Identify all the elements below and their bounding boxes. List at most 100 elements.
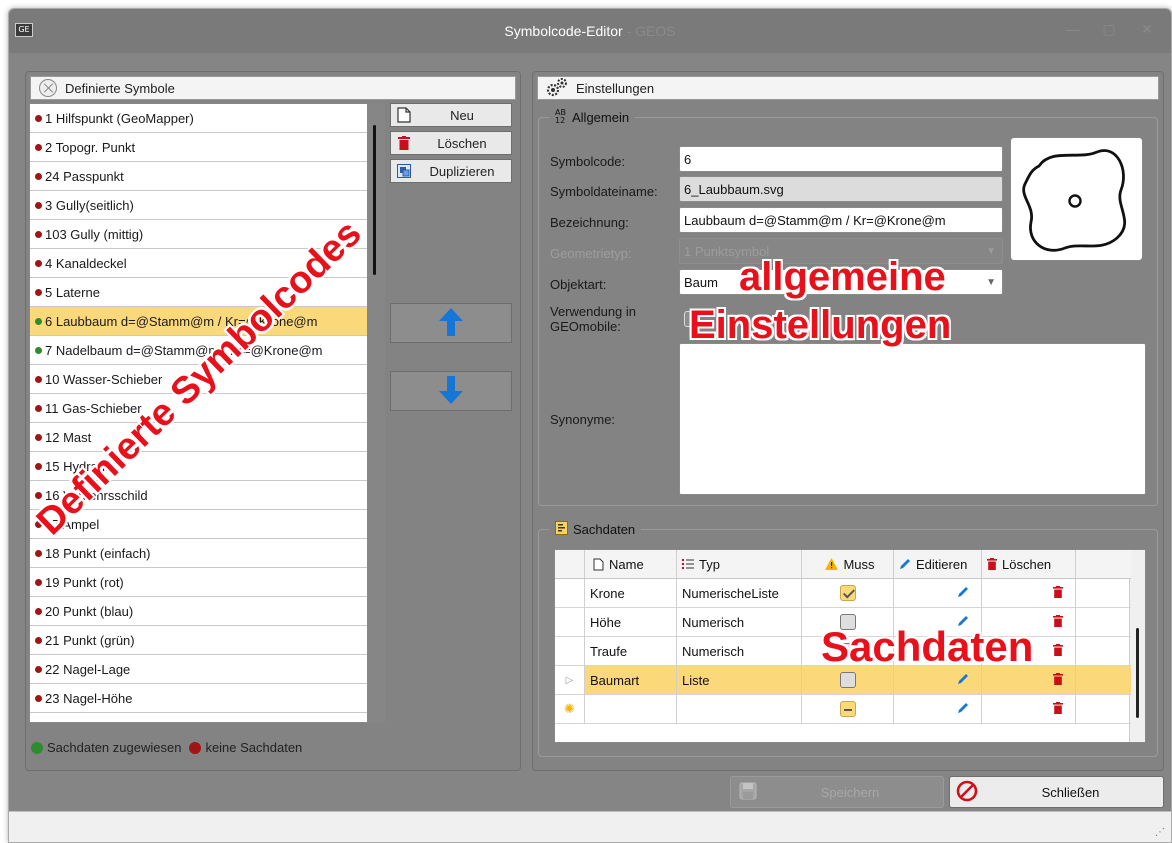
row-header-cell[interactable]: [555, 579, 585, 607]
required-checkbox[interactable]: [839, 672, 856, 688]
symbol-list-item[interactable]: 21 Punkt (grün): [30, 626, 374, 655]
duplicate-button[interactable]: Duplizieren: [390, 159, 512, 183]
symbol-list-item[interactable]: 3 Gully(seitlich): [30, 191, 374, 220]
pencil-icon[interactable]: [957, 644, 969, 659]
symbol-list-item[interactable]: 18 Punkt (einfach): [30, 539, 374, 568]
symbol-list-item[interactable]: 5 Laterne: [30, 278, 374, 307]
symbol-list-item[interactable]: 6 Laubbaum d=@Stamm@m / Kr=@Krone@m: [30, 307, 374, 336]
symbol-list-item[interactable]: 22 Nagel-Lage: [30, 655, 374, 684]
move-up-button[interactable]: [390, 303, 512, 343]
symbol-list-item[interactable]: 23 Nagel-Höhe: [30, 684, 374, 713]
table-row[interactable]: Höhe Numerisch: [555, 608, 1131, 637]
symbol-list-item[interactable]: 10 Wasser-Schieber: [30, 365, 374, 394]
attribute-type-cell[interactable]: Numerisch: [677, 637, 802, 665]
symbol-list-item-label: 21 Punkt (grün): [45, 632, 135, 648]
arrow-down-icon: [438, 374, 464, 409]
required-checkbox[interactable]: [839, 701, 856, 717]
trash-icon[interactable]: [1053, 701, 1063, 717]
minimize-icon[interactable]: —: [1063, 21, 1083, 39]
pencil-icon: [899, 558, 911, 570]
symbolcode-input[interactable]: 6: [679, 146, 1003, 172]
delete-symbol-button[interactable]: Löschen: [390, 131, 512, 155]
status-dot-icon: [35, 259, 42, 267]
attributes-table-scroll-thumb[interactable]: [1136, 628, 1139, 718]
attribute-type-cell[interactable]: Liste: [677, 666, 802, 694]
symbol-list-item[interactable]: 16 Verkehrsschild: [30, 481, 374, 510]
status-dot-icon: [35, 143, 42, 151]
symbol-list[interactable]: 1 Hilfspunkt (GeoMapper) 2 Topogr. Punkt 2…: [29, 103, 375, 723]
row-header-cell[interactable]: ▷: [555, 666, 585, 694]
required-checkbox[interactable]: [839, 585, 856, 601]
trash-icon[interactable]: [1053, 643, 1063, 659]
required-checkbox[interactable]: [839, 614, 856, 630]
geometry-type-label: Geometrietyp:: [550, 246, 632, 261]
symbol-list-scroll-thumb[interactable]: [373, 125, 376, 275]
row-header-cell[interactable]: [555, 637, 585, 665]
new-button[interactable]: Neu: [390, 103, 512, 127]
usage-checkbox[interactable]: [684, 311, 700, 327]
maximize-icon[interactable]: ▢: [1099, 21, 1119, 39]
table-row[interactable]: ✺: [555, 695, 1131, 724]
symbol-list-scrollbar[interactable]: [367, 103, 385, 723]
symbol-list-item[interactable]: 1 Hilfspunkt (GeoMapper): [30, 104, 374, 133]
attribute-name-cell[interactable]: Baumart: [585, 666, 677, 694]
pencil-icon[interactable]: [957, 615, 969, 630]
required-checkbox[interactable]: [839, 643, 856, 659]
edit-cell: [894, 666, 982, 694]
synonyms-textarea[interactable]: [679, 343, 1146, 495]
symbol-list-item[interactable]: 19 Punkt (rot): [30, 568, 374, 597]
close-button-label: Schließen: [1041, 784, 1100, 800]
trash-icon[interactable]: [1053, 585, 1063, 601]
save-button[interactable]: Speichern: [730, 776, 944, 808]
symbol-list-item[interactable]: 103 Gully (mittig): [30, 220, 374, 249]
table-header-cell[interactable]: Muss: [802, 550, 894, 578]
row-header-cell[interactable]: ✺: [555, 695, 585, 723]
defined-symbols-header: Definierte Symbole: [30, 76, 516, 100]
attribute-name-cell[interactable]: Höhe: [585, 608, 677, 636]
attribute-type-cell[interactable]: Numerisch: [677, 608, 802, 636]
symbol-list-item[interactable]: 24 Passpunkt: [30, 162, 374, 191]
attributes-table[interactable]: Name Typ Muss Editieren Löschen Krone Numerisc…: [554, 549, 1146, 743]
table-header-cell[interactable]: Typ: [677, 550, 802, 578]
symbol-list-item[interactable]: 11 Gas-Schieber: [30, 394, 374, 423]
trash-icon[interactable]: [1053, 672, 1063, 688]
usage-label: Verwendung in GEOmobile:: [550, 304, 636, 334]
symbol-list-item[interactable]: 20 Punkt (blau): [30, 597, 374, 626]
table-row[interactable]: Krone NumerischeListe: [555, 579, 1131, 608]
table-header-cell[interactable]: Löschen: [982, 550, 1076, 578]
description-input[interactable]: Laubbaum d=@Stamm@m / Kr=@Krone@m: [679, 207, 1003, 233]
symbolcode-label: Symbolcode:: [550, 154, 626, 169]
edit-cell: [894, 637, 982, 665]
attribute-type-cell[interactable]: NumerischeListe: [677, 579, 802, 607]
attribute-name-cell[interactable]: Traufe: [585, 637, 677, 665]
attribute-name-cell[interactable]: Krone: [585, 579, 677, 607]
row-header-cell[interactable]: [555, 608, 585, 636]
trash-icon[interactable]: [1053, 614, 1063, 630]
symbol-list-item[interactable]: 4 Kanaldeckel: [30, 249, 374, 278]
symbol-list-item[interactable]: 12 Mast: [30, 423, 374, 452]
table-header-cell[interactable]: Editieren: [894, 550, 982, 578]
legend-none-label: keine Sachdaten: [205, 740, 303, 755]
symbol-list-item[interactable]: 17 Ampel: [30, 510, 374, 539]
close-icon[interactable]: ✕: [1137, 21, 1157, 39]
pencil-icon[interactable]: [957, 673, 969, 688]
symbols-icon: [39, 79, 57, 97]
close-button[interactable]: Schließen: [949, 776, 1164, 808]
symbol-list-item[interactable]: 15 Hydrant: [30, 452, 374, 481]
object-type-select[interactable]: Baum ▼: [679, 269, 1003, 295]
description-label: Bezeichnung:: [550, 215, 629, 230]
defined-symbols-title: Definierte Symbole: [65, 80, 175, 96]
attributes-table-scrollbar[interactable]: [1129, 550, 1145, 742]
move-down-button[interactable]: [390, 371, 512, 411]
symbol-list-item-label: 24 Passpunkt: [45, 168, 124, 184]
pencil-icon[interactable]: [957, 586, 969, 601]
resize-grip-icon[interactable]: ⋰: [1155, 827, 1165, 838]
attribute-type-cell[interactable]: [677, 695, 802, 723]
attribute-name-cell[interactable]: [585, 695, 677, 723]
table-row[interactable]: Traufe Numerisch: [555, 637, 1131, 666]
table-row[interactable]: ▷ Baumart Liste: [555, 666, 1131, 695]
symbol-list-item[interactable]: 2 Topogr. Punkt: [30, 133, 374, 162]
symbol-list-item[interactable]: 7 Nadelbaum d=@Stamm@m / Kr=@Krone@m: [30, 336, 374, 365]
table-header-cell[interactable]: Name: [585, 550, 677, 578]
pencil-icon[interactable]: [957, 702, 969, 717]
